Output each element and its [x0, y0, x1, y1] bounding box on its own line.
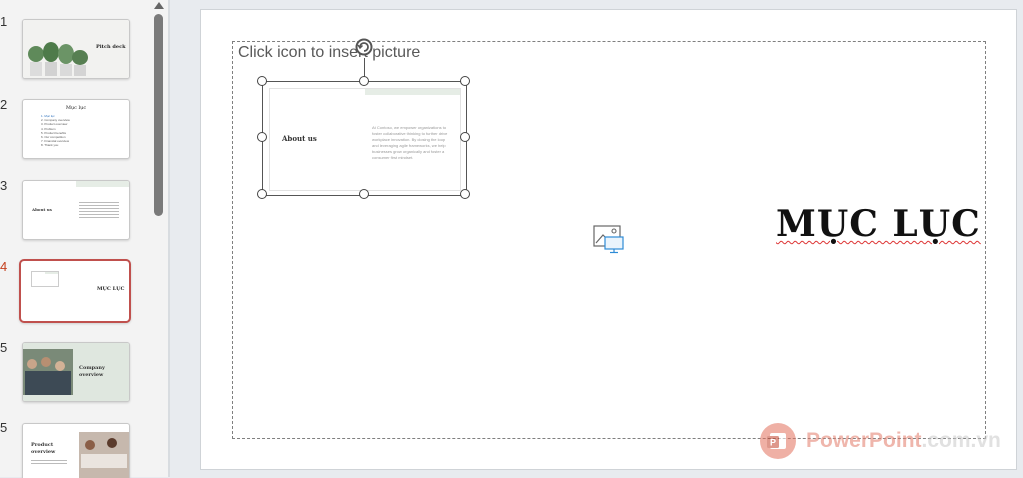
thumb-6-title: Product overview [31, 442, 56, 455]
slide-number-1: 1 [0, 14, 8, 29]
slide-number-3: 3 [0, 178, 8, 193]
embedded-slide-image: About us At Contoso, we empower organiza… [269, 88, 461, 191]
thumb-2-list: 1. Mục lục 2. Company overview 3. Produc… [41, 114, 70, 148]
thumb-3-body-lines [79, 202, 119, 218]
resize-handle-bottom-left[interactable] [257, 189, 267, 199]
placeholder-hint-text: Click icon to insert picture [238, 44, 421, 61]
scroll-up-arrow-icon[interactable] [154, 2, 164, 9]
slide-thumbnail-3[interactable]: About us [22, 180, 130, 240]
rotate-handle-icon[interactable] [354, 37, 374, 57]
thumb-5-title: Company overview [79, 365, 105, 378]
thumb-3-title: About us [32, 207, 52, 212]
powerpoint-watermark: P PowerPoint.com.vn [758, 421, 1020, 461]
slide-number-4: 4 [0, 259, 8, 274]
watermark-text: PowerPoint.com.vn [806, 429, 1001, 453]
selected-picture[interactable]: About us At Contoso, we empower organiza… [257, 76, 470, 199]
thumb-4-title: MỤC LỤC [97, 286, 125, 292]
resize-handle-top[interactable] [359, 76, 369, 86]
embedded-title: About us [282, 134, 317, 143]
resize-handle-left[interactable] [257, 132, 267, 142]
meeting-photo [79, 432, 129, 478]
resize-handle-right[interactable] [460, 132, 470, 142]
powerpoint-logo-icon: P [760, 423, 796, 459]
resize-handle-bottom[interactable] [359, 189, 369, 199]
thumbnail-scrollbar[interactable] [150, 0, 168, 477]
slide-thumbnail-5[interactable]: Company overview [22, 342, 130, 402]
thumb-3-band [76, 181, 129, 187]
pane-divider[interactable] [168, 0, 170, 477]
plants-image [28, 40, 88, 76]
thumb-2-item: 8. Thank you [41, 143, 59, 148]
thumb-2-title: Mục lục [65, 105, 87, 111]
svg-text:P: P [770, 438, 776, 448]
slide-thumbnail-6[interactable]: Product overview [22, 423, 130, 478]
thumb-1-title: Pitch deck [96, 44, 126, 50]
slide-thumbnail-1[interactable]: Pitch deck [22, 19, 130, 79]
watermark-brand: PowerPoint [806, 429, 922, 452]
resize-handle-top-right[interactable] [460, 76, 470, 86]
thumb-6-body-lines [31, 460, 67, 466]
slide-number-5: 5 [0, 340, 8, 355]
slide-heading[interactable]: MỤC LỤC [776, 203, 981, 245]
slide-canvas[interactable]: Click icon to insert picture About us At… [200, 9, 1017, 470]
slide-thumbnail-4[interactable]: MỤC LỤC [19, 259, 131, 323]
thumb-2-item: 3. Product overview [41, 122, 68, 127]
insert-picture-icon[interactable] [593, 225, 627, 255]
team-photo [23, 349, 73, 395]
scrollbar-thumb[interactable] [154, 14, 163, 216]
slide-thumbnail-pane: 1 Pitch deck 2 Mục lục 1. Mục lục 2. Com… [0, 0, 150, 478]
slide-thumbnail-2[interactable]: Mục lục 1. Mục lục 2. Company overview 3… [22, 99, 130, 159]
resize-handle-top-left[interactable] [257, 76, 267, 86]
slide-number-6: 5 [0, 420, 8, 435]
thumb-4-picture [31, 271, 59, 287]
resize-handle-bottom-right[interactable] [460, 189, 470, 199]
embedded-body-text: At Contoso, we empower organizations to … [372, 125, 448, 160]
embedded-accent-band [365, 89, 460, 95]
watermark-domain: .com.vn [921, 429, 1001, 452]
slide-number-2: 2 [0, 97, 8, 112]
